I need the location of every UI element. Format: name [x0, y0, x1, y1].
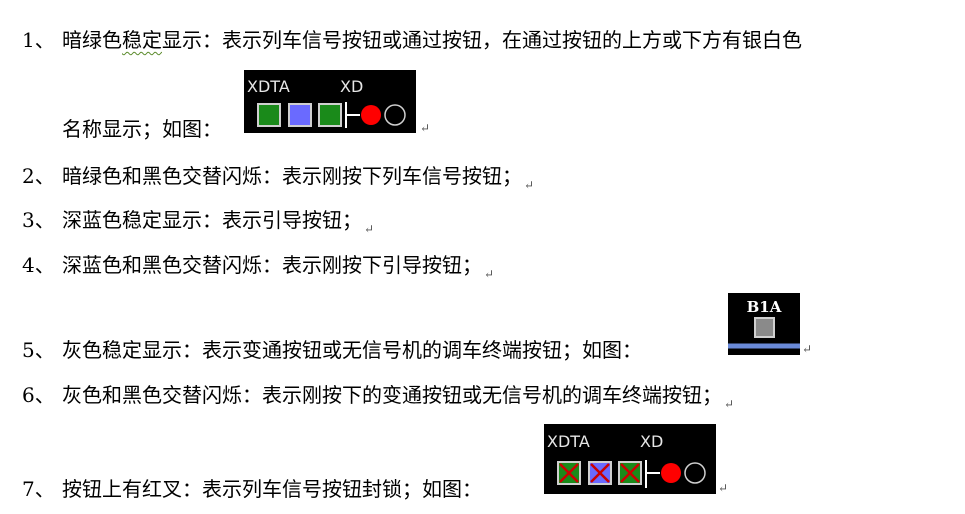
item-1: 1、 暗绿色稳定显示：表示列车信号按钮或通过按钮，在通过按钮的上方或下方有银白色 [22, 26, 802, 54]
item-text: 按钮上有红叉：表示列车信号按钮封锁；如图： [62, 477, 482, 501]
paragraph-mark-icon: ↵ [364, 222, 375, 236]
locked-button-blue [588, 461, 612, 485]
item-text: 名称显示；如图： [62, 117, 222, 141]
figure-signal-buttons: XDTA XD [244, 70, 416, 133]
item-3: 3、 深蓝色稳定显示：表示引导按钮； ↵ [22, 206, 374, 243]
paragraph-mark-icon: ↵ [718, 481, 729, 495]
item-number: 2、 [22, 164, 55, 188]
pass-button-green [318, 103, 342, 127]
shunting-end-button-gray [754, 317, 775, 338]
paragraph-mark-icon: ↵ [802, 342, 813, 356]
paragraph-mark-icon: ↵ [484, 267, 495, 281]
signal-lamp-red [661, 463, 681, 483]
spellcheck-underlined-text: 稳定 [122, 28, 162, 52]
item-text: 灰色和黑色交替闪烁：表示刚按下的变通按钮或无信号机的调车终端按钮； [62, 383, 722, 407]
signal-lamp-red [361, 105, 381, 125]
item-number: 6、 [22, 383, 55, 407]
item-text: 暗绿色和黑色交替闪烁：表示刚按下列车信号按钮； [62, 164, 522, 188]
signal-lamp-off [684, 462, 706, 484]
item-number: 3、 [22, 208, 55, 232]
paragraph-mark-icon: ↵ [420, 121, 431, 135]
figure-gray-button: B1A [728, 293, 800, 355]
item-text-post: 显示：表示列车信号按钮或通过按钮，在通过按钮的上方或下方有银白色 [162, 28, 802, 52]
figure-label-xdta: XDTA [247, 77, 290, 96]
locked-button-green-2 [618, 461, 642, 485]
figure-label-xdta: XDTA [547, 432, 590, 451]
item-5: 5、 灰色稳定显示：表示变通按钮或无信号机的调车终端按钮；如图： [22, 336, 642, 364]
figure-label-xd: XD [640, 432, 663, 451]
item-number: 7、 [22, 477, 55, 501]
item-4: 4、 深蓝色和黑色交替闪烁：表示刚按下引导按钮； ↵ [22, 251, 494, 288]
item-text-pre: 暗绿色 [62, 28, 122, 52]
item-text: 灰色稳定显示：表示变通按钮或无信号机的调车终端按钮；如图： [62, 338, 642, 362]
figure-locked-buttons: XDTA XD [544, 424, 716, 494]
item-7: 7、 按钮上有红叉：表示列车信号按钮封锁；如图： [22, 475, 482, 503]
figure-label-xd: XD [340, 77, 363, 96]
paragraph-mark-icon: ↵ [524, 178, 535, 192]
locked-button-green-1 [557, 461, 581, 485]
paragraph-mark-icon: ↵ [724, 397, 735, 411]
item-number: 5、 [22, 338, 55, 362]
item-number: 1、 [22, 28, 55, 52]
figure-label-b1a: B1A [747, 298, 782, 316]
item-6: 6、 灰色和黑色交替闪烁：表示刚按下的变通按钮或无信号机的调车终端按钮； ↵ [22, 381, 734, 418]
train-signal-button-green [257, 103, 281, 127]
item-number: 4、 [22, 253, 55, 277]
guide-button-blue [288, 103, 312, 127]
item-text: 深蓝色稳定显示：表示引导按钮； [62, 208, 362, 232]
item-1-continued: 名称显示；如图： [62, 115, 222, 143]
signal-lamp-off [384, 104, 406, 126]
item-text: 深蓝色和黑色交替闪烁：表示刚按下引导按钮； [62, 253, 482, 277]
item-2: 2、 暗绿色和黑色交替闪烁：表示刚按下列车信号按钮； ↵ [22, 162, 534, 199]
